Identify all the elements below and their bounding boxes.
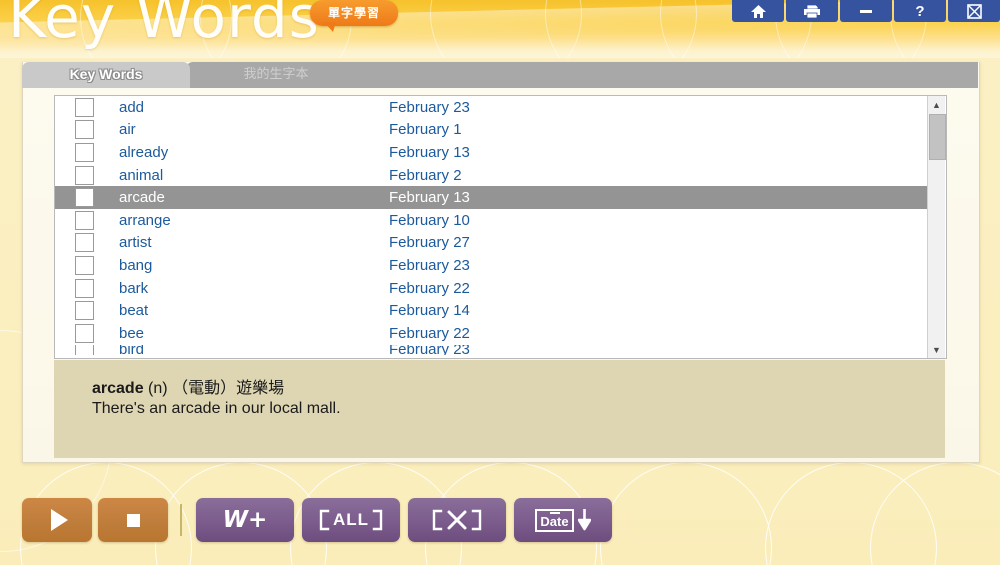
word-label: arcade (119, 189, 165, 207)
date-label: February 23 (389, 98, 470, 116)
header-bar: Key Words 單字學習 ? (0, 0, 1000, 58)
word-label: add (119, 98, 145, 116)
table-row-selected[interactable]: arcade February 13 (55, 186, 927, 209)
close-button[interactable] (948, 0, 1000, 22)
bottom-toolbar: W+ ALL Date (0, 468, 1000, 565)
play-button[interactable] (22, 498, 92, 542)
table-row[interactable]: bird February 23 (55, 344, 927, 355)
table-row[interactable]: air February 1 (55, 119, 927, 142)
row-checkbox[interactable] (75, 233, 94, 253)
window-controls: ? (732, 0, 1000, 22)
table-row[interactable]: already February 13 (55, 141, 927, 164)
word-label: bark (119, 279, 149, 297)
word-label: bang (119, 256, 153, 274)
word-list: add February 23 air February 1 already F… (54, 95, 947, 359)
row-checkbox[interactable] (75, 165, 94, 185)
shuffle-button[interactable] (408, 498, 506, 542)
word-label: air (119, 121, 136, 139)
table-row[interactable]: add February 23 (55, 96, 927, 119)
all-label: ALL (332, 510, 370, 529)
toolbar-divider (180, 504, 182, 536)
row-checkbox[interactable] (75, 97, 94, 117)
definition-word: arcade (92, 380, 144, 397)
date-label: February 2 (389, 166, 462, 184)
close-box-icon (966, 3, 982, 19)
definition-meaning: （電動）遊樂場 (172, 380, 285, 397)
page-title: Key Words (8, 0, 320, 51)
tab-my-vocabulary[interactable]: 我的生字本 (186, 62, 378, 88)
list-scrollbar[interactable]: ▲ ▼ (927, 96, 946, 358)
tab-strip: Key Words 我的生字本 (22, 62, 378, 88)
print-button[interactable] (786, 0, 838, 22)
word-label: bird (119, 344, 145, 355)
tab-strip-filler (350, 62, 978, 88)
table-row[interactable]: bang February 23 (55, 254, 927, 277)
cross-icon (447, 510, 467, 530)
status-badge: 單字學習 (310, 0, 398, 32)
home-button[interactable] (732, 0, 784, 22)
date-box-icon: Date (535, 508, 591, 532)
word-label: arrange (119, 211, 171, 229)
w-plus-icon: W+ (222, 507, 268, 533)
minimize-icon (858, 7, 874, 15)
date-label: February 13 (389, 143, 470, 161)
printer-icon (803, 4, 821, 19)
date-label: February 14 (389, 302, 470, 320)
application-window: Key Words 單字學習 ? Key Words 我的生字本 add Feb… (0, 0, 1000, 565)
table-row[interactable]: artist February 27 (55, 232, 927, 255)
word-label: bee (119, 324, 145, 342)
row-checkbox[interactable] (75, 344, 94, 355)
date-label: February 22 (389, 324, 470, 342)
question-mark-icon: ? (915, 2, 925, 20)
home-icon (750, 4, 767, 19)
table-row[interactable]: arrange February 10 (55, 209, 927, 232)
table-row[interactable]: animal February 2 (55, 164, 927, 187)
word-label: artist (119, 234, 152, 252)
row-checkbox[interactable] (75, 301, 94, 321)
word-label: already (119, 143, 169, 161)
sort-by-date-button[interactable]: Date (514, 498, 612, 542)
date-label: February 27 (389, 234, 470, 252)
all-bracket-icon: ALL (318, 509, 384, 531)
help-button[interactable]: ? (894, 0, 946, 22)
definition-panel: arcade (n) （電動）遊樂場 There's an arcade in … (54, 360, 945, 458)
date-label: February 1 (389, 121, 462, 139)
row-checkbox[interactable] (75, 120, 94, 140)
scrollbar-thumb[interactable] (929, 114, 946, 160)
date-label: February 13 (389, 189, 470, 207)
add-word-button[interactable]: W+ (196, 498, 294, 542)
minimize-button[interactable] (840, 0, 892, 22)
scroll-down-arrow-icon[interactable]: ▼ (928, 341, 945, 358)
scroll-up-arrow-icon[interactable]: ▲ (928, 96, 945, 113)
definition-headline: arcade (n) （電動）遊樂場 (92, 374, 284, 398)
word-label: animal (119, 166, 164, 184)
date-label: February 10 (389, 211, 470, 229)
tab-key-words[interactable]: Key Words (22, 62, 190, 88)
definition-sentence: There's an arcade in our local mall. (92, 400, 341, 417)
row-checkbox[interactable] (75, 142, 94, 162)
row-checkbox[interactable] (75, 278, 94, 298)
date-label: Date (540, 513, 569, 529)
table-row[interactable]: bark February 22 (55, 277, 927, 300)
row-checkbox[interactable] (75, 210, 94, 230)
row-checkbox[interactable] (75, 255, 94, 275)
word-list-rows: add February 23 air February 1 already F… (55, 96, 927, 358)
shuffle-bracket-icon (431, 509, 483, 531)
table-row[interactable]: beat February 14 (55, 299, 927, 322)
table-row[interactable]: bee February 22 (55, 322, 927, 345)
row-checkbox[interactable] (75, 323, 94, 343)
date-label: February 22 (389, 279, 470, 297)
down-arrow-icon (577, 509, 591, 531)
play-icon (50, 509, 68, 531)
select-all-button[interactable]: ALL (302, 498, 400, 542)
date-label: February 23 (389, 344, 470, 355)
stop-icon (126, 513, 140, 527)
stop-button[interactable] (98, 498, 168, 542)
definition-pos: (n) (148, 380, 168, 397)
word-label: beat (119, 302, 149, 320)
row-checkbox[interactable] (75, 188, 94, 208)
date-label: February 23 (389, 256, 470, 274)
